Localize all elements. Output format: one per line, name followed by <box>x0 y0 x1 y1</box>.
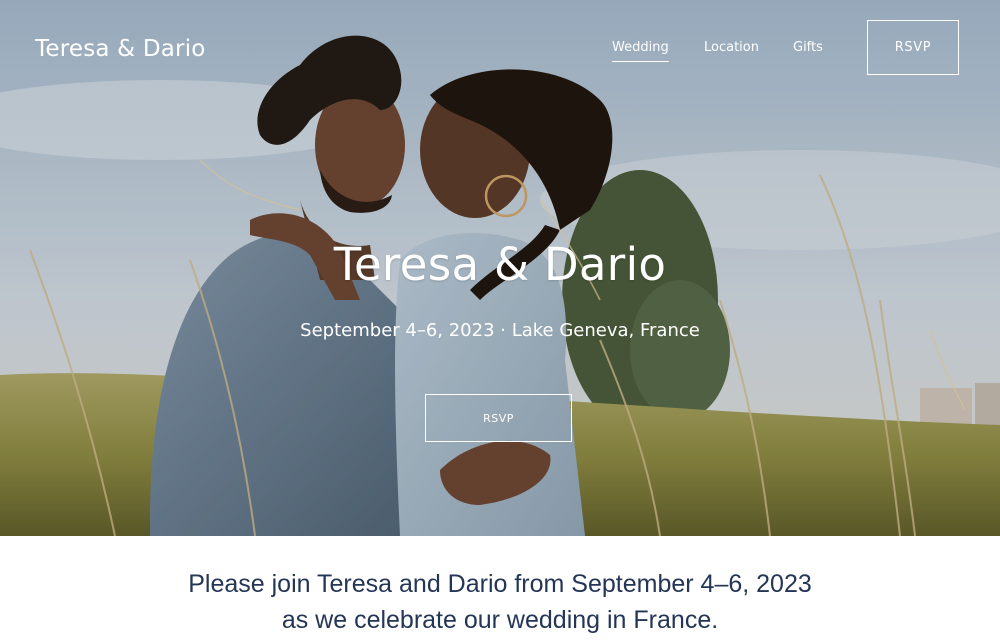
hero-rsvp-button[interactable]: RSVP <box>425 394 572 442</box>
nav-item-gifts[interactable]: Gifts <box>793 40 823 55</box>
nav-item-wedding[interactable]: Wedding <box>612 40 669 62</box>
hero-subtitle: September 4–6, 2023 · Lake Geneva, Franc… <box>300 320 700 341</box>
nav-rsvp-button[interactable]: RSVP <box>867 20 959 75</box>
hero-section: Teresa & Dario Wedding Location Gifts RS… <box>0 0 1000 536</box>
hero-title: Teresa & Dario <box>333 238 667 291</box>
invite-section: Please join Teresa and Dario from Septem… <box>0 536 1000 640</box>
site-brand[interactable]: Teresa & Dario <box>35 36 206 62</box>
invite-line-2: as we celebrate our wedding in France. <box>281 606 719 634</box>
invite-line-1: Please join Teresa and Dario from Septem… <box>188 570 812 598</box>
nav-item-location[interactable]: Location <box>704 40 759 55</box>
